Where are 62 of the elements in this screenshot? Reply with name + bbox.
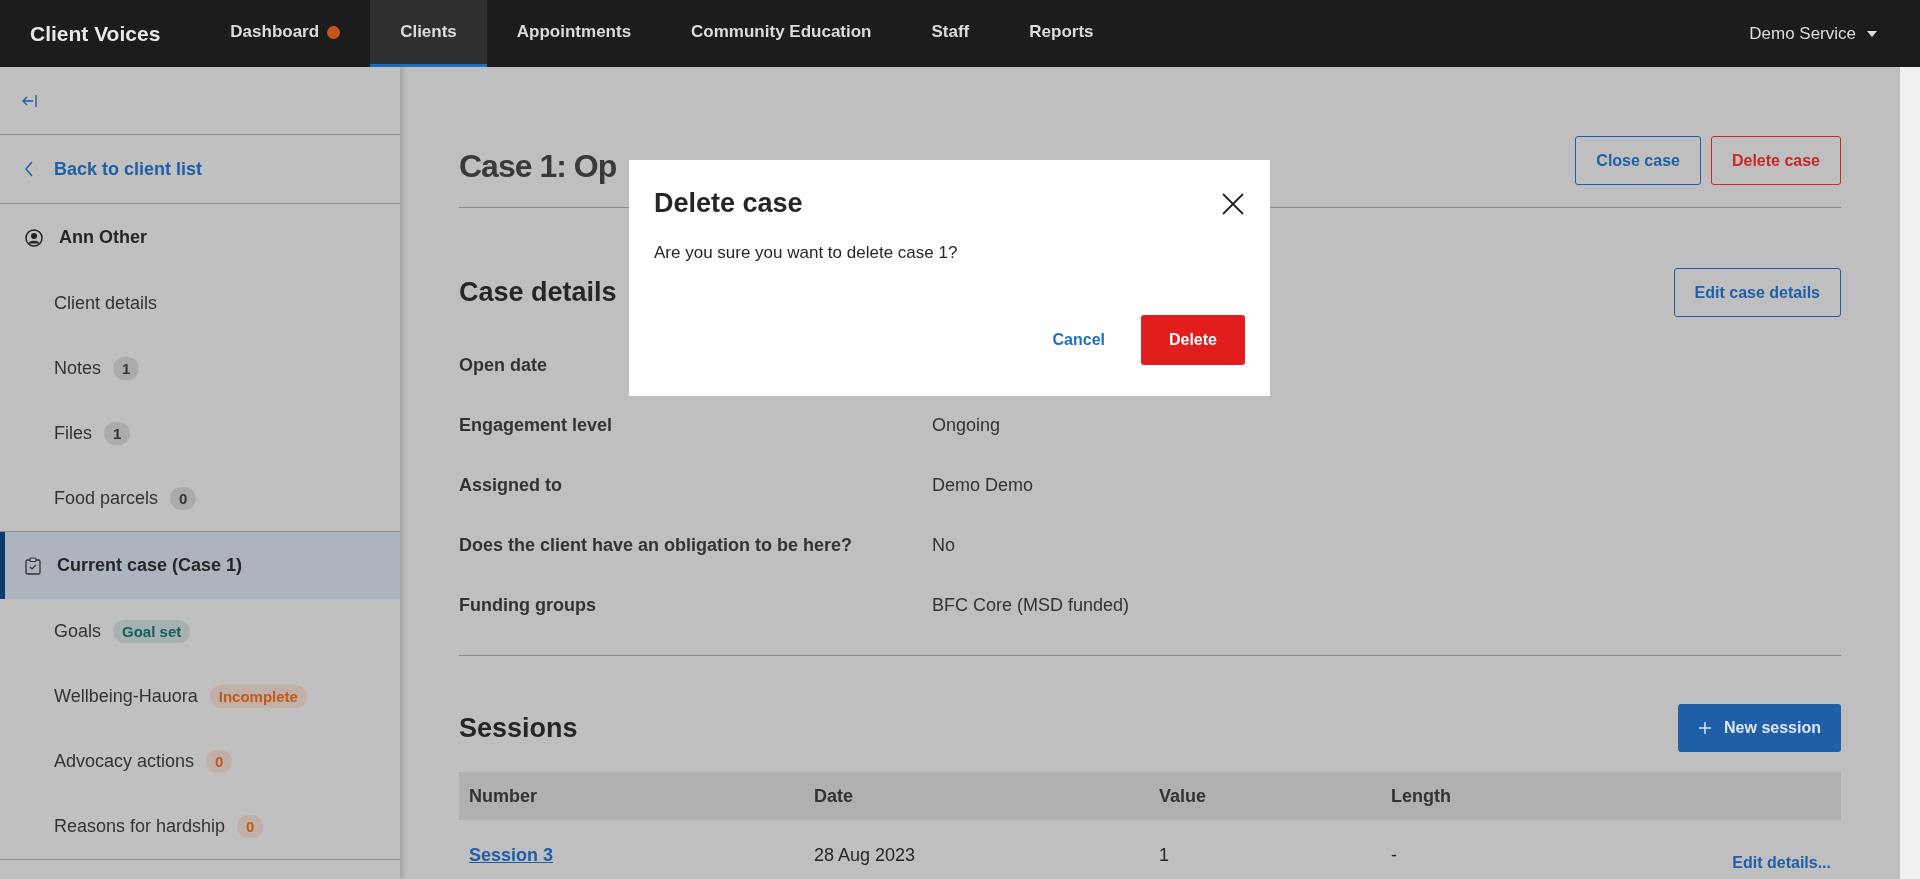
sidebar-item[interactable]: Advocacy actions 0 (0, 729, 400, 794)
table-cell-text: - (1390, 844, 1398, 866)
sidebar-item[interactable]: Client details (0, 271, 400, 336)
column-header: Date (813, 785, 854, 807)
back-link[interactable]: Back to client list (0, 135, 400, 204)
table-cell-text: 1 (1158, 844, 1170, 866)
section-title: Case details (459, 277, 617, 308)
column-header: Number (468, 785, 538, 807)
caret-icon (1866, 29, 1878, 38)
status-badge: 1 (113, 357, 140, 380)
delete-button[interactable]: Delete (1140, 315, 1245, 365)
column-header: Value (1158, 785, 1208, 807)
case-title: Case 1: Op (459, 147, 617, 185)
collapse-icon[interactable] (22, 93, 38, 108)
sidebar-section[interactable]: Ann Other (0, 204, 400, 271)
field-value: Demo Demo (932, 474, 1034, 496)
field-label: Open date (459, 354, 548, 376)
field-value: No (932, 534, 955, 556)
clipboard-icon (25, 556, 41, 575)
field-value: Ongoing (932, 414, 1001, 436)
sidebar-section[interactable]: Current case (Case 1) (0, 532, 400, 599)
nav-tab[interactable]: Reports (999, 0, 1124, 67)
action-button[interactable]: Close case (1575, 136, 1701, 185)
field-label: Assigned to (459, 474, 563, 496)
column-header: Length (1390, 785, 1452, 807)
dialog-title: Delete case (654, 188, 803, 219)
table-cell-text: 28 Aug 2023 (813, 844, 917, 866)
nav-tab[interactable]: Dashboard (200, 0, 371, 67)
cancel-button[interactable]: Cancel (1048, 323, 1109, 357)
chevron-left-icon (24, 161, 34, 177)
sidebar-item[interactable]: Food parcels 0 (0, 466, 400, 531)
sidebar-item[interactable]: Wellbeing-Hauora Incomplete (0, 664, 400, 729)
account-menu[interactable]: Demo Service (1749, 0, 1920, 67)
nav-tab[interactable]: Staff (901, 0, 1000, 67)
field-label: Does the client have an obligation to be here? (459, 534, 854, 556)
sidebar-item[interactable]: Reasons for hardship 0 (0, 794, 400, 859)
status-badge: 1 (104, 422, 131, 445)
new-session-button[interactable]: New session (1678, 704, 1841, 752)
section-title: Sessions (459, 712, 578, 744)
scrollbar[interactable] (1900, 67, 1920, 879)
brand-name[interactable]: Client Voices (0, 0, 201, 67)
dialog-message: Are you sure you want to delete case 1? (654, 243, 959, 263)
edit-button[interactable]: Edit case details (1673, 268, 1841, 317)
field-label: Engagement level (459, 414, 614, 436)
status-badge: 0 (206, 750, 233, 773)
field-label: Funding groups (459, 594, 597, 616)
status-badge: Incomplete (209, 685, 307, 708)
status-badge: 0 (170, 487, 197, 510)
plus-icon (1698, 721, 1713, 735)
edit-link[interactable]: Edit details... (1732, 838, 1841, 872)
nav-tab[interactable]: Appointments (486, 0, 662, 67)
person-icon (25, 228, 43, 247)
nav-tab[interactable]: Clients (370, 0, 487, 67)
close-icon[interactable] (1221, 191, 1245, 216)
field-value: BFC Core (MSD funded) (932, 594, 1130, 616)
sidebar-item[interactable]: Files 1 (0, 401, 400, 466)
sidebar-item[interactable]: Goals Goal set (0, 599, 400, 664)
sidebar-item[interactable]: Notes 1 (0, 336, 400, 401)
status-badge: Goal set (113, 620, 191, 643)
nav-tab[interactable]: Community Education (661, 0, 902, 67)
session-link[interactable]: Session 3 (469, 844, 554, 865)
status-badge: 0 (237, 815, 264, 838)
